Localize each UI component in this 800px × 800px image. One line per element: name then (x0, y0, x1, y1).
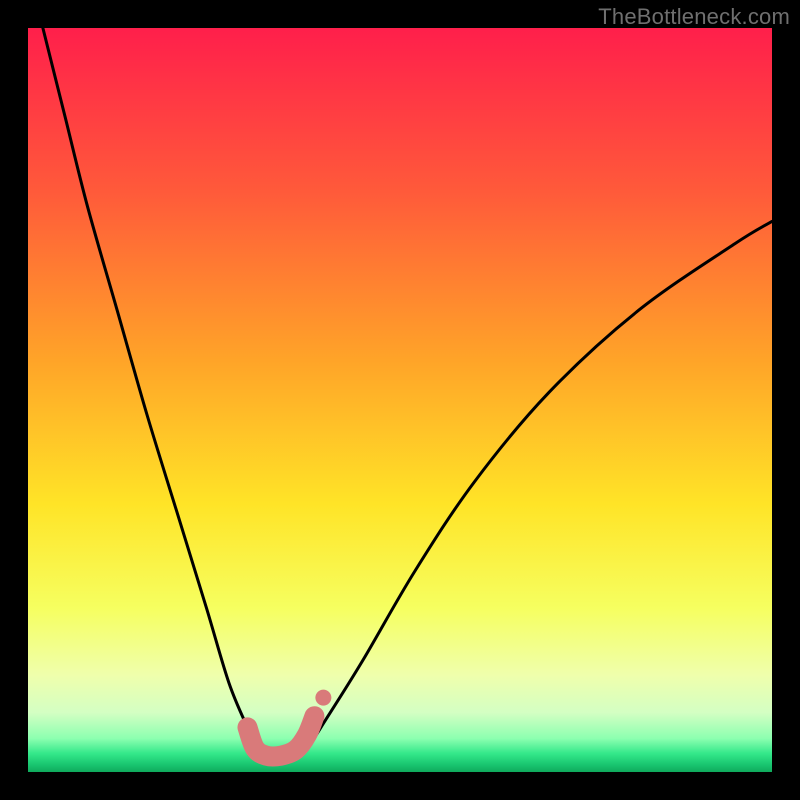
watermark-text: TheBottleneck.com (598, 4, 790, 30)
bottleneck-chart (28, 28, 772, 772)
chart-frame (28, 28, 772, 772)
optimal-range-endcap (315, 690, 331, 706)
chart-background (28, 28, 772, 772)
